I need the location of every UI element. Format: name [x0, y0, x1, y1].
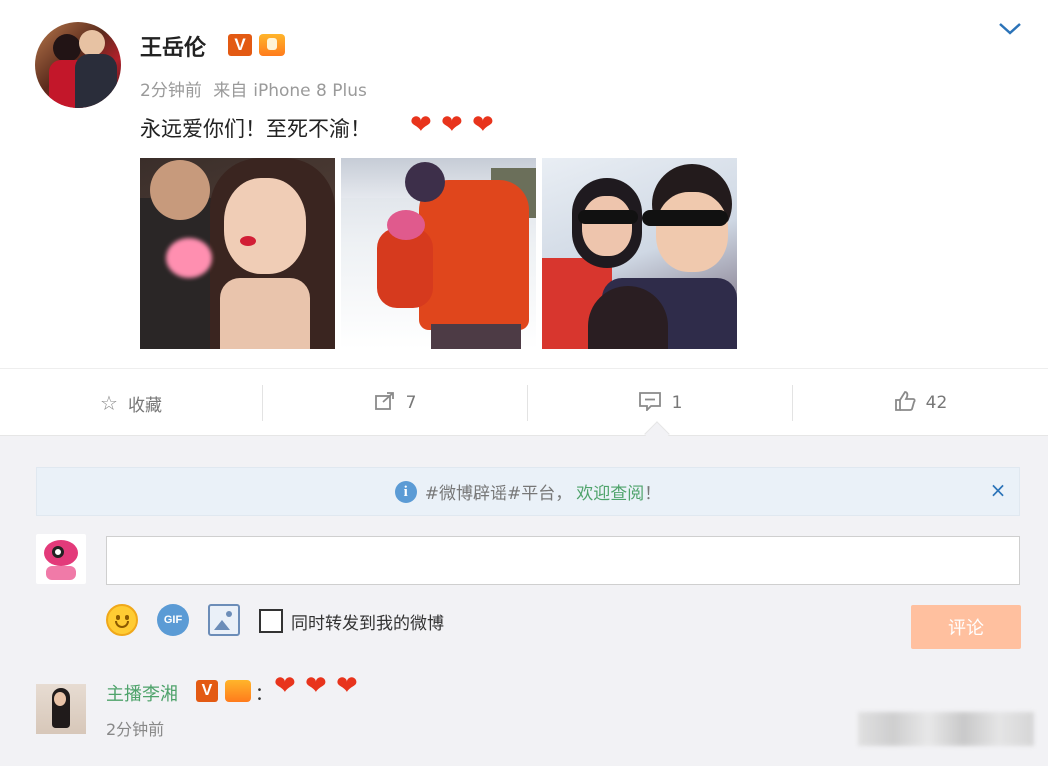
heart-icon: ❤ [305, 671, 327, 701]
heart-icon: ❤ [472, 110, 494, 140]
medal-icon[interactable] [259, 34, 285, 56]
post-source-prefix: 来自 [213, 81, 248, 101]
heart-icon: ❤ [336, 671, 358, 701]
verified-badge-icon[interactable]: V [196, 680, 218, 702]
action-bar: ☆ 收藏 7 1 42 [0, 368, 1048, 436]
favorite-label: 收藏 [127, 395, 162, 416]
heart-icon: ❤ [410, 110, 432, 140]
photo-figure [578, 210, 638, 224]
repost-count: 7 [405, 393, 417, 413]
verified-badge-icon[interactable]: V [228, 34, 252, 56]
photo-figure [240, 236, 256, 246]
comment-count: 1 [671, 393, 683, 413]
photo-figure [150, 160, 210, 220]
repost-button[interactable]: 7 [263, 369, 527, 437]
post-photo-2[interactable] [341, 158, 536, 349]
post-photo-1[interactable] [140, 158, 335, 349]
medal-icon[interactable] [225, 680, 251, 702]
photo-figure [419, 180, 529, 330]
reply-author-name[interactable]: 主播李湘 [106, 680, 178, 706]
photo-figure [220, 278, 310, 349]
share-icon [374, 391, 396, 416]
like-button[interactable]: 42 [793, 369, 1048, 437]
reply-hearts: ❤ ❤ ❤ [274, 673, 367, 699]
image-icon[interactable] [208, 604, 240, 636]
post-time[interactable]: 2分钟前 [140, 81, 202, 101]
notice-link[interactable]: 欢迎查阅 [576, 479, 644, 504]
avatar-figure [52, 546, 64, 558]
current-user-avatar[interactable] [36, 534, 86, 584]
blurred-region [858, 712, 1034, 746]
comment-input[interactable] [106, 536, 1020, 585]
photo-figure [431, 324, 521, 349]
notice-suffix: ！ [644, 484, 662, 504]
avatar-figure [75, 54, 117, 108]
heart-icon: ❤ [441, 110, 463, 140]
chevron-down-icon[interactable] [998, 18, 1024, 38]
author-name[interactable]: 王岳伦 [140, 30, 206, 62]
reply-avatar[interactable] [36, 684, 86, 734]
author-avatar[interactable] [35, 22, 121, 108]
star-icon: ☆ [100, 391, 118, 415]
photo-figure [224, 178, 306, 274]
gif-icon[interactable]: GIF [157, 604, 189, 636]
heart-icon: ❤ [274, 671, 296, 701]
comment-icon [638, 391, 662, 416]
reply-colon: ： [255, 684, 273, 705]
submit-comment-button[interactable]: 评论 [911, 605, 1021, 649]
photo-figure [387, 210, 425, 240]
post-meta: 2分钟前 来自 iPhone 8 Plus [140, 76, 373, 101]
photo-figure [656, 192, 728, 272]
reply-time: 2分钟前 [106, 720, 165, 739]
close-icon[interactable]: × [988, 478, 1008, 502]
like-count: 42 [925, 393, 948, 413]
photo-figure [166, 238, 212, 278]
notice-text: #微博辟谣#平台， [424, 484, 573, 504]
info-icon: i [394, 480, 417, 503]
photo-figure [377, 228, 433, 308]
post-hearts: ❤ ❤ ❤ [410, 112, 503, 138]
photo-figure [642, 210, 728, 226]
favorite-button[interactable]: ☆ 收藏 [0, 369, 262, 437]
avatar-figure [79, 30, 105, 56]
avatar-figure [53, 34, 81, 62]
photo-figure [582, 196, 632, 256]
photo-figure [405, 162, 445, 202]
emoji-mouth [115, 621, 129, 628]
post-photo-3[interactable] [542, 158, 737, 349]
avatar-figure [46, 566, 76, 580]
avatar-figure [54, 692, 66, 706]
repost-checkbox[interactable] [259, 609, 283, 633]
post-source-device: iPhone 8 Plus [253, 81, 367, 101]
post-text: 永远爱你们！至死不渝！ [140, 117, 371, 141]
rumor-notice-banner: i #微博辟谣#平台， 欢迎查阅 ！ [36, 467, 1020, 516]
thumbs-up-icon [894, 390, 916, 416]
emoji-icon[interactable] [106, 604, 138, 636]
repost-checkbox-label[interactable]: 同时转发到我的微博 [291, 609, 444, 634]
